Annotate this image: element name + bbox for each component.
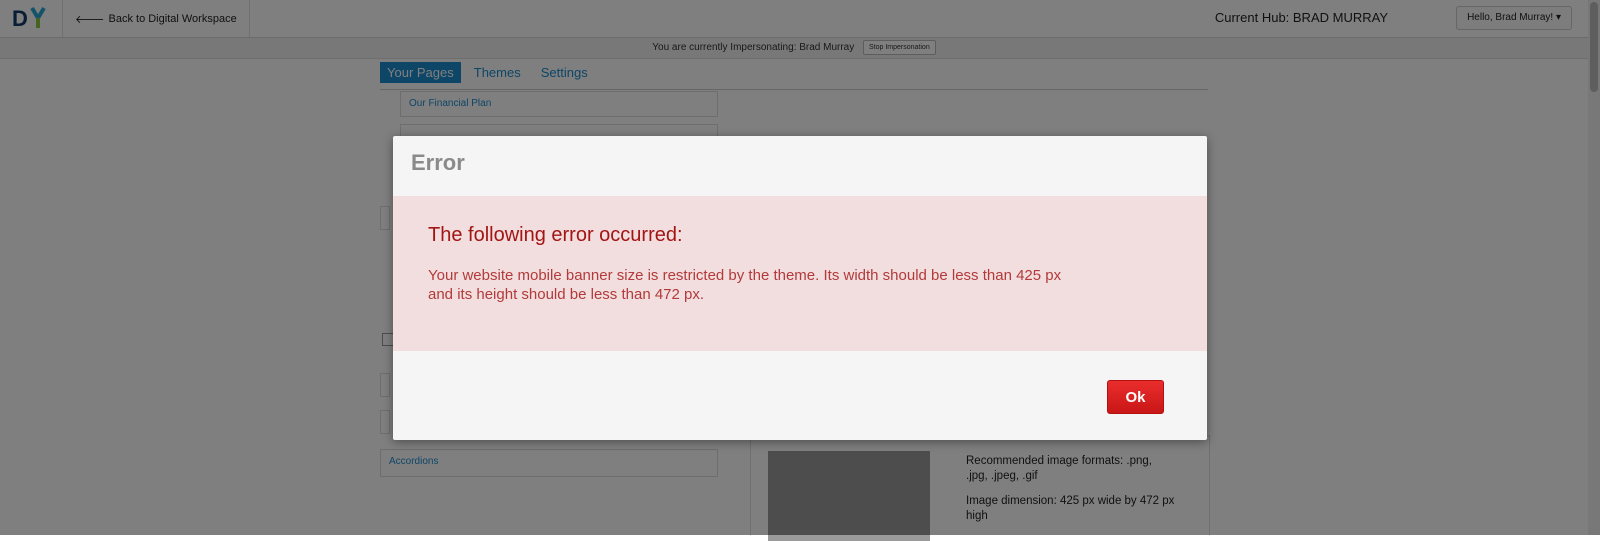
dialog-title: Error [411, 150, 465, 175]
error-heading: The following error occurred: [428, 224, 683, 246]
error-alert: The following error occurred: Your websi… [393, 196, 1207, 351]
ok-button[interactable]: Ok [1107, 380, 1164, 414]
error-message: Your website mobile banner size is restr… [428, 267, 1062, 303]
error-dialog: Error The following error occurred: Your… [393, 136, 1207, 440]
